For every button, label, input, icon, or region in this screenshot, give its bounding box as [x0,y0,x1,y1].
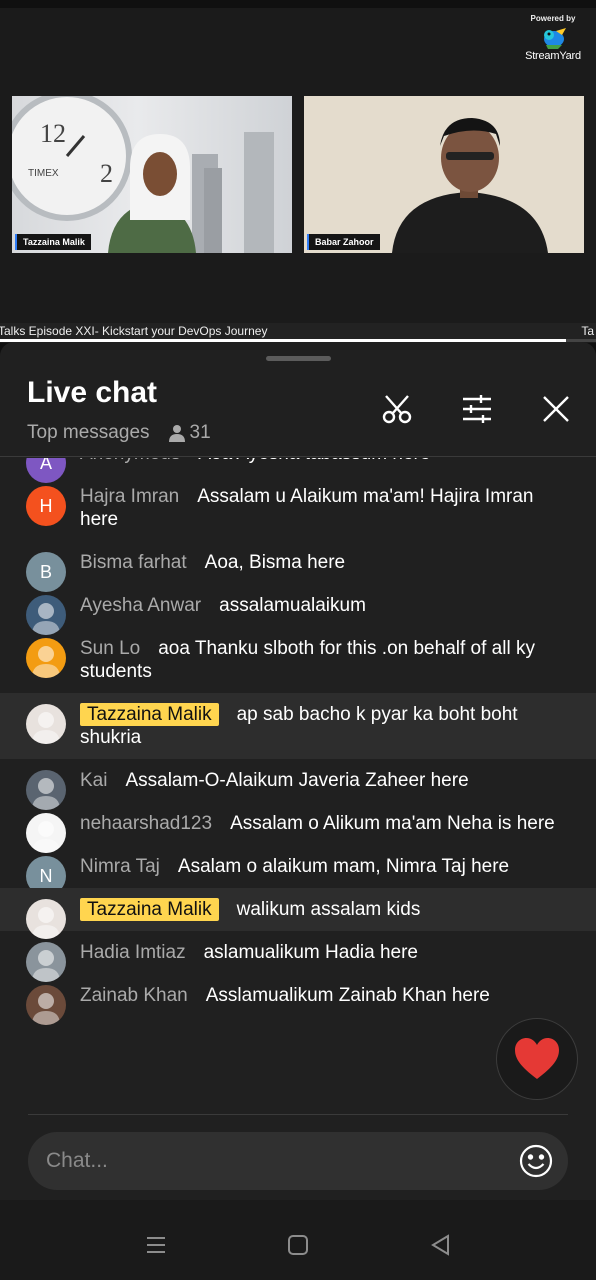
svg-text:2: 2 [100,159,113,188]
participant-tile: 12 TIMEX 2 Tazzaina Malik [12,96,292,253]
streamyard-branding: Powered by StreamYard [518,14,588,62]
recents-button[interactable] [141,1230,171,1260]
message-text: Aoa Ayesha tabassum here [198,458,430,464]
streamyard-name: StreamYard [525,50,581,62]
powered-by-label: Powered by [530,14,576,23]
drag-handle[interactable] [266,356,331,361]
home-button[interactable] [283,1230,313,1260]
avatar[interactable] [26,638,66,678]
live-chat-panel: Live chat Top messages 31 AAnonymousAoa … [0,342,596,1280]
participant-name-tag: Babar Zahoor [307,234,380,250]
close-icon [543,396,569,422]
back-icon [431,1234,449,1256]
message-author[interactable]: Ayesha Anwar [80,595,201,616]
clip-button[interactable] [380,392,414,426]
chat-message[interactable]: AAnonymousAoa Ayesha tabassum here [0,458,596,483]
participant-video-image [304,96,584,253]
avatar[interactable] [26,985,66,1025]
avatar[interactable]: H [26,486,66,526]
message-author[interactable]: Anonymous [80,458,180,464]
sliders-icon [463,395,491,423]
chat-message[interactable]: N Nimra Taj Asalam o alaikum mam, Nimra Ta… [0,845,596,896]
chat-message[interactable]: Hadia Imtiaz aslamualikum Hadia here [0,931,596,982]
message-text: walikum assalam kids [236,899,421,920]
chat-title: Live chat [27,376,158,409]
streamyard-logo-icon [544,28,566,49]
heart-icon [515,1038,559,1079]
chat-message[interactable]: Sun Lo aoa Thanku slboth for this .on beh… [0,627,596,693]
message-author[interactable]: Kai [80,770,107,791]
emoji-button[interactable] [516,1141,556,1181]
viewer-count: 31 [189,422,211,443]
scissors-icon [382,395,412,424]
reaction-button[interactable] [496,1018,578,1100]
message-text: aslamualikum Hadia here [203,942,418,963]
chat-filter-row[interactable]: Top messages 31 [27,422,211,444]
system-nav-bar [0,1200,596,1280]
message-author[interactable]: Bisma farhat [80,552,187,573]
chat-message[interactable]: nehaarshad123 Assalam o Alikum ma'am Neha… [0,802,596,853]
close-chat-button[interactable] [539,392,573,426]
video-player[interactable]: Powered by StreamYard 12 TIMEX 2 Tazzain… [0,0,596,343]
chat-input-bar[interactable] [28,1132,568,1190]
chat-message[interactable]: Ayesha Anwar assalamualaikum [0,584,596,635]
chat-filter-label[interactable]: Top messages [27,422,150,444]
chat-message-list[interactable]: AAnonymousAoa Ayesha tabassum hereHHajra… [0,458,596,1110]
avatar[interactable] [26,704,66,744]
message-text: aoa Thanku slboth for this .on behalf of… [80,638,535,682]
header-divider [0,456,596,457]
viewers-icon [168,425,185,442]
message-author[interactable]: Zainab Khan [80,985,188,1006]
participant-name-tag: Tazzaina Malik [15,234,91,250]
message-author[interactable]: Hadia Imtiaz [80,942,186,963]
title-ticker: Talks Episode XXI- Kickstart your DevOps… [0,323,596,340]
svg-text:12: 12 [40,119,66,148]
smiley-icon [519,1144,553,1178]
message-text: Asslamualikum Zainab Khan here [205,985,490,1006]
chat-message[interactable]: Tazzaina Malik walikum assalam kids [0,888,596,939]
chat-message[interactable]: Kai Assalam-O-Alaikum Javeria Zaheer here [0,759,596,810]
message-text: Asalam o alaikum mam, Nimra Taj here [177,856,510,877]
ticker-text: Talks Episode XXI- Kickstart your DevOps… [0,324,268,338]
chat-message[interactable]: H Hajra Imran Assalam u Alaikum ma'am! Haj… [0,475,596,541]
input-divider [28,1114,568,1115]
chat-message[interactable]: Tazzaina Malik ap sab bacho k pyar ka boh… [0,693,596,759]
chat-message[interactable]: B Bisma farhat Aoa, Bisma here [0,541,596,592]
svg-text:TIMEX: TIMEX [28,168,59,179]
chat-settings-button[interactable] [460,392,494,426]
owner-author-badge[interactable]: Tazzaina Malik [80,703,219,726]
chat-input[interactable] [28,1148,516,1174]
back-button[interactable] [425,1230,455,1260]
message-author[interactable]: Sun Lo [80,638,140,659]
message-text: assalamualaikum [219,595,366,616]
message-text: Assalam-O-Alaikum Javeria Zaheer here [125,770,469,791]
recents-icon [147,1237,165,1253]
home-icon [288,1235,308,1255]
status-strip [0,0,596,8]
chat-message[interactable]: Zainab Khan Asslamualikum Zainab Khan her… [0,974,596,1025]
participant-video-image: 12 TIMEX 2 [12,96,274,253]
participant-tile: Babar Zahoor [304,96,584,253]
message-author[interactable]: nehaarshad123 [80,813,212,834]
message-text: Aoa, Bisma here [204,552,346,573]
owner-author-badge[interactable]: Tazzaina Malik [80,898,219,921]
message-text: Assalam o Alikum ma'am Neha is here [230,813,555,834]
ticker-trailing-text: Ta [581,324,594,338]
message-author[interactable]: Hajra Imran [80,486,179,507]
message-author[interactable]: Nimra Taj [80,856,160,877]
